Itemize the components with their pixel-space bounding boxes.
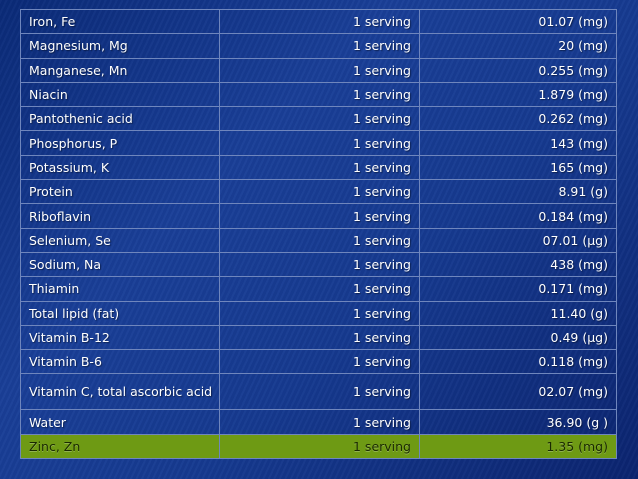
nutrient-amount: 36.90 (g ) [419, 409, 617, 435]
nutrient-amount: 20 (mg) [419, 33, 617, 59]
nutrient-amount: 02.07 (mg) [419, 373, 617, 411]
serving-size: 1 serving [219, 300, 420, 326]
table-row: Sodium, Na 1 serving 438 (mg) [20, 251, 617, 278]
nutrient-amount: 0.184 (mg) [419, 203, 617, 229]
table-row: Vitamin B-6 1 serving 0.118 (mg) [20, 349, 617, 375]
nutrient-name: Potassium, K [20, 154, 220, 181]
nutrient-amount: 0.118 (mg) [419, 349, 617, 375]
table-row: Vitamin C, total ascorbic acid 1 serving… [20, 373, 617, 411]
nutrition-table: Iron, Fe 1 serving 01.07 (mg) Magnesium,… [20, 8, 617, 460]
nutrient-amount: 0.262 (mg) [419, 106, 617, 132]
nutrient-name: Niacin [20, 81, 220, 108]
serving-size: 1 serving [219, 179, 420, 205]
nutrient-name: Selenium, Se [20, 227, 220, 253]
serving-size: 1 serving [219, 81, 420, 108]
serving-size: 1 serving [219, 57, 420, 83]
nutrient-name: Water [20, 409, 220, 435]
serving-size: 1 serving [219, 409, 420, 435]
table-row: Protein 1 serving 8.91 (g) [20, 179, 617, 205]
serving-size: 1 serving [219, 433, 420, 460]
nutrient-name: Pantothenic acid [20, 106, 220, 132]
nutrient-amount: 01.07 (mg) [419, 8, 617, 35]
table-row: Potassium, K 1 serving 165 (mg) [20, 154, 617, 181]
nutrient-amount: 0.255 (mg) [419, 57, 617, 83]
nutrient-amount: 07.01 (µg) [419, 227, 617, 253]
nutrient-name: Vitamin C, total ascorbic acid [20, 373, 220, 411]
nutrient-amount: 143 (mg) [419, 130, 617, 156]
nutrient-amount: 0.49 (µg) [419, 324, 617, 351]
serving-size: 1 serving [219, 324, 420, 351]
nutrient-amount: 165 (mg) [419, 154, 617, 181]
serving-size: 1 serving [219, 276, 420, 302]
nutrient-amount: 0.171 (mg) [419, 276, 617, 302]
table-row-highlighted: Zinc, Zn 1 serving 1.35 (mg) [20, 433, 617, 460]
serving-size: 1 serving [219, 154, 420, 181]
serving-size: 1 serving [219, 251, 420, 278]
nutrient-name: Sodium, Na [20, 251, 220, 278]
table-row: Vitamin B-12 1 serving 0.49 (µg) [20, 324, 617, 351]
table-row: Riboflavin 1 serving 0.184 (mg) [20, 203, 617, 229]
table-row: Thiamin 1 serving 0.171 (mg) [20, 276, 617, 302]
nutrient-name: Phosphorus, P [20, 130, 220, 156]
nutrient-name: Vitamin B-12 [20, 324, 220, 351]
serving-size: 1 serving [219, 33, 420, 59]
serving-size: 1 serving [219, 106, 420, 132]
nutrient-name: Manganese, Mn [20, 57, 220, 83]
table-row: Selenium, Se 1 serving 07.01 (µg) [20, 227, 617, 253]
nutrient-name: Riboflavin [20, 203, 220, 229]
table-row: Pantothenic acid 1 serving 0.262 (mg) [20, 106, 617, 132]
nutrient-amount: 1.35 (mg) [419, 433, 617, 460]
serving-size: 1 serving [219, 203, 420, 229]
nutrient-amount: 1.879 (mg) [419, 81, 617, 108]
nutrient-name: Vitamin B-6 [20, 349, 220, 375]
serving-size: 1 serving [219, 8, 420, 35]
nutrient-amount: 8.91 (g) [419, 179, 617, 205]
nutrient-name: Thiamin [20, 276, 220, 302]
nutrient-name: Iron, Fe [20, 8, 220, 35]
nutrient-name: Magnesium, Mg [20, 33, 220, 59]
nutrient-name: Zinc, Zn [20, 433, 220, 460]
table-row: Phosphorus, P 1 serving 143 (mg) [20, 130, 617, 156]
serving-size: 1 serving [219, 227, 420, 253]
table-row: Manganese, Mn 1 serving 0.255 (mg) [20, 57, 617, 83]
nutrient-name: Total lipid (fat) [20, 300, 220, 326]
nutrient-amount: 11.40 (g) [419, 300, 617, 326]
table-row: Magnesium, Mg 1 serving 20 (mg) [20, 33, 617, 59]
serving-size: 1 serving [219, 130, 420, 156]
nutrient-name: Protein [20, 179, 220, 205]
table-row: Iron, Fe 1 serving 01.07 (mg) [20, 8, 617, 35]
table-row: Water 1 serving 36.90 (g ) [20, 409, 617, 435]
nutrient-amount: 438 (mg) [419, 251, 617, 278]
table-row: Total lipid (fat) 1 serving 11.40 (g) [20, 300, 617, 326]
serving-size: 1 serving [219, 373, 420, 411]
serving-size: 1 serving [219, 349, 420, 375]
table-row: Niacin 1 serving 1.879 (mg) [20, 81, 617, 108]
